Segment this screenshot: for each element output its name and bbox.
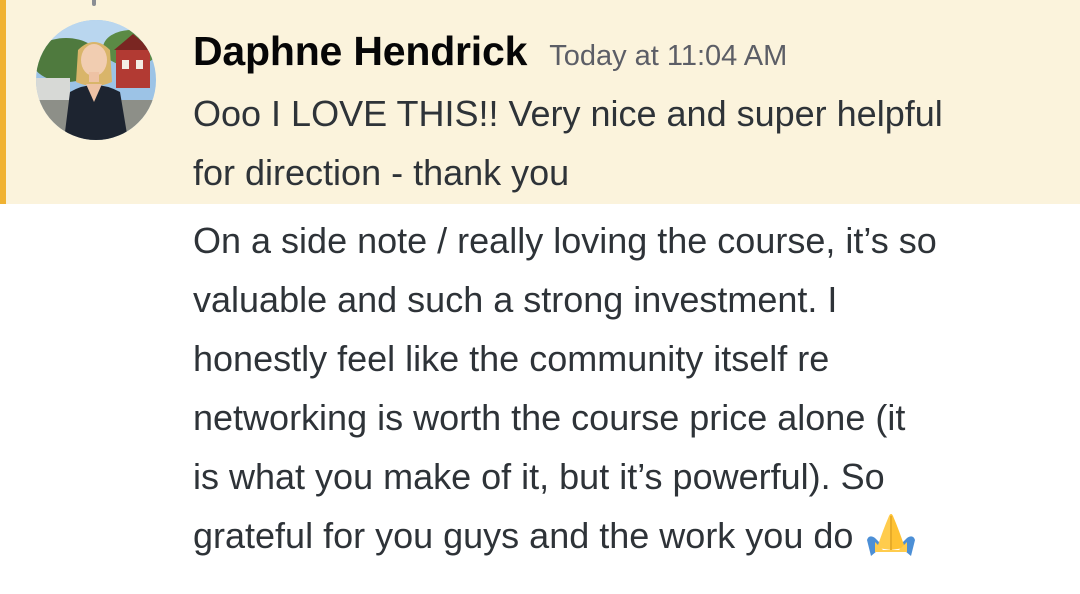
chat-message-view: Daphne Hendrick Today at 11:04 AM Ooo I L…	[0, 0, 1080, 594]
message-line-text: grateful for you guys and the work you d…	[193, 515, 854, 556]
message-timestamp: Today at 11:04 AM	[549, 40, 788, 72]
message-line: On a side note / really loving the cours…	[193, 220, 937, 261]
message-line: valuable and such a strong investment. I	[193, 279, 838, 320]
message-line: for direction - thank you	[193, 152, 570, 193]
highlight-accent-bar	[0, 0, 6, 204]
author-name[interactable]: Daphne Hendrick	[193, 28, 527, 74]
message-line: networking is worth the course price alo…	[193, 397, 906, 438]
message-line: is what you make of it, but it’s powerfu…	[193, 456, 885, 497]
message-line: Ooo I LOVE THIS!! Very nice and super he…	[193, 93, 943, 134]
message-line-last: grateful for you guys and the work you d…	[193, 506, 1040, 573]
message-content: Ooo I LOVE THIS!! Very nice and super he…	[193, 84, 1040, 202]
avatar[interactable]	[36, 20, 156, 140]
message-content-followup: On a side note / really loving the cours…	[193, 211, 1040, 573]
message-header: Daphne Hendrick Today at 11:04 AM	[193, 28, 1040, 80]
folded-hands-emoji-icon	[861, 512, 921, 573]
reply-spine-icon	[92, 0, 96, 6]
message-line: honestly feel like the community itself …	[193, 338, 830, 379]
